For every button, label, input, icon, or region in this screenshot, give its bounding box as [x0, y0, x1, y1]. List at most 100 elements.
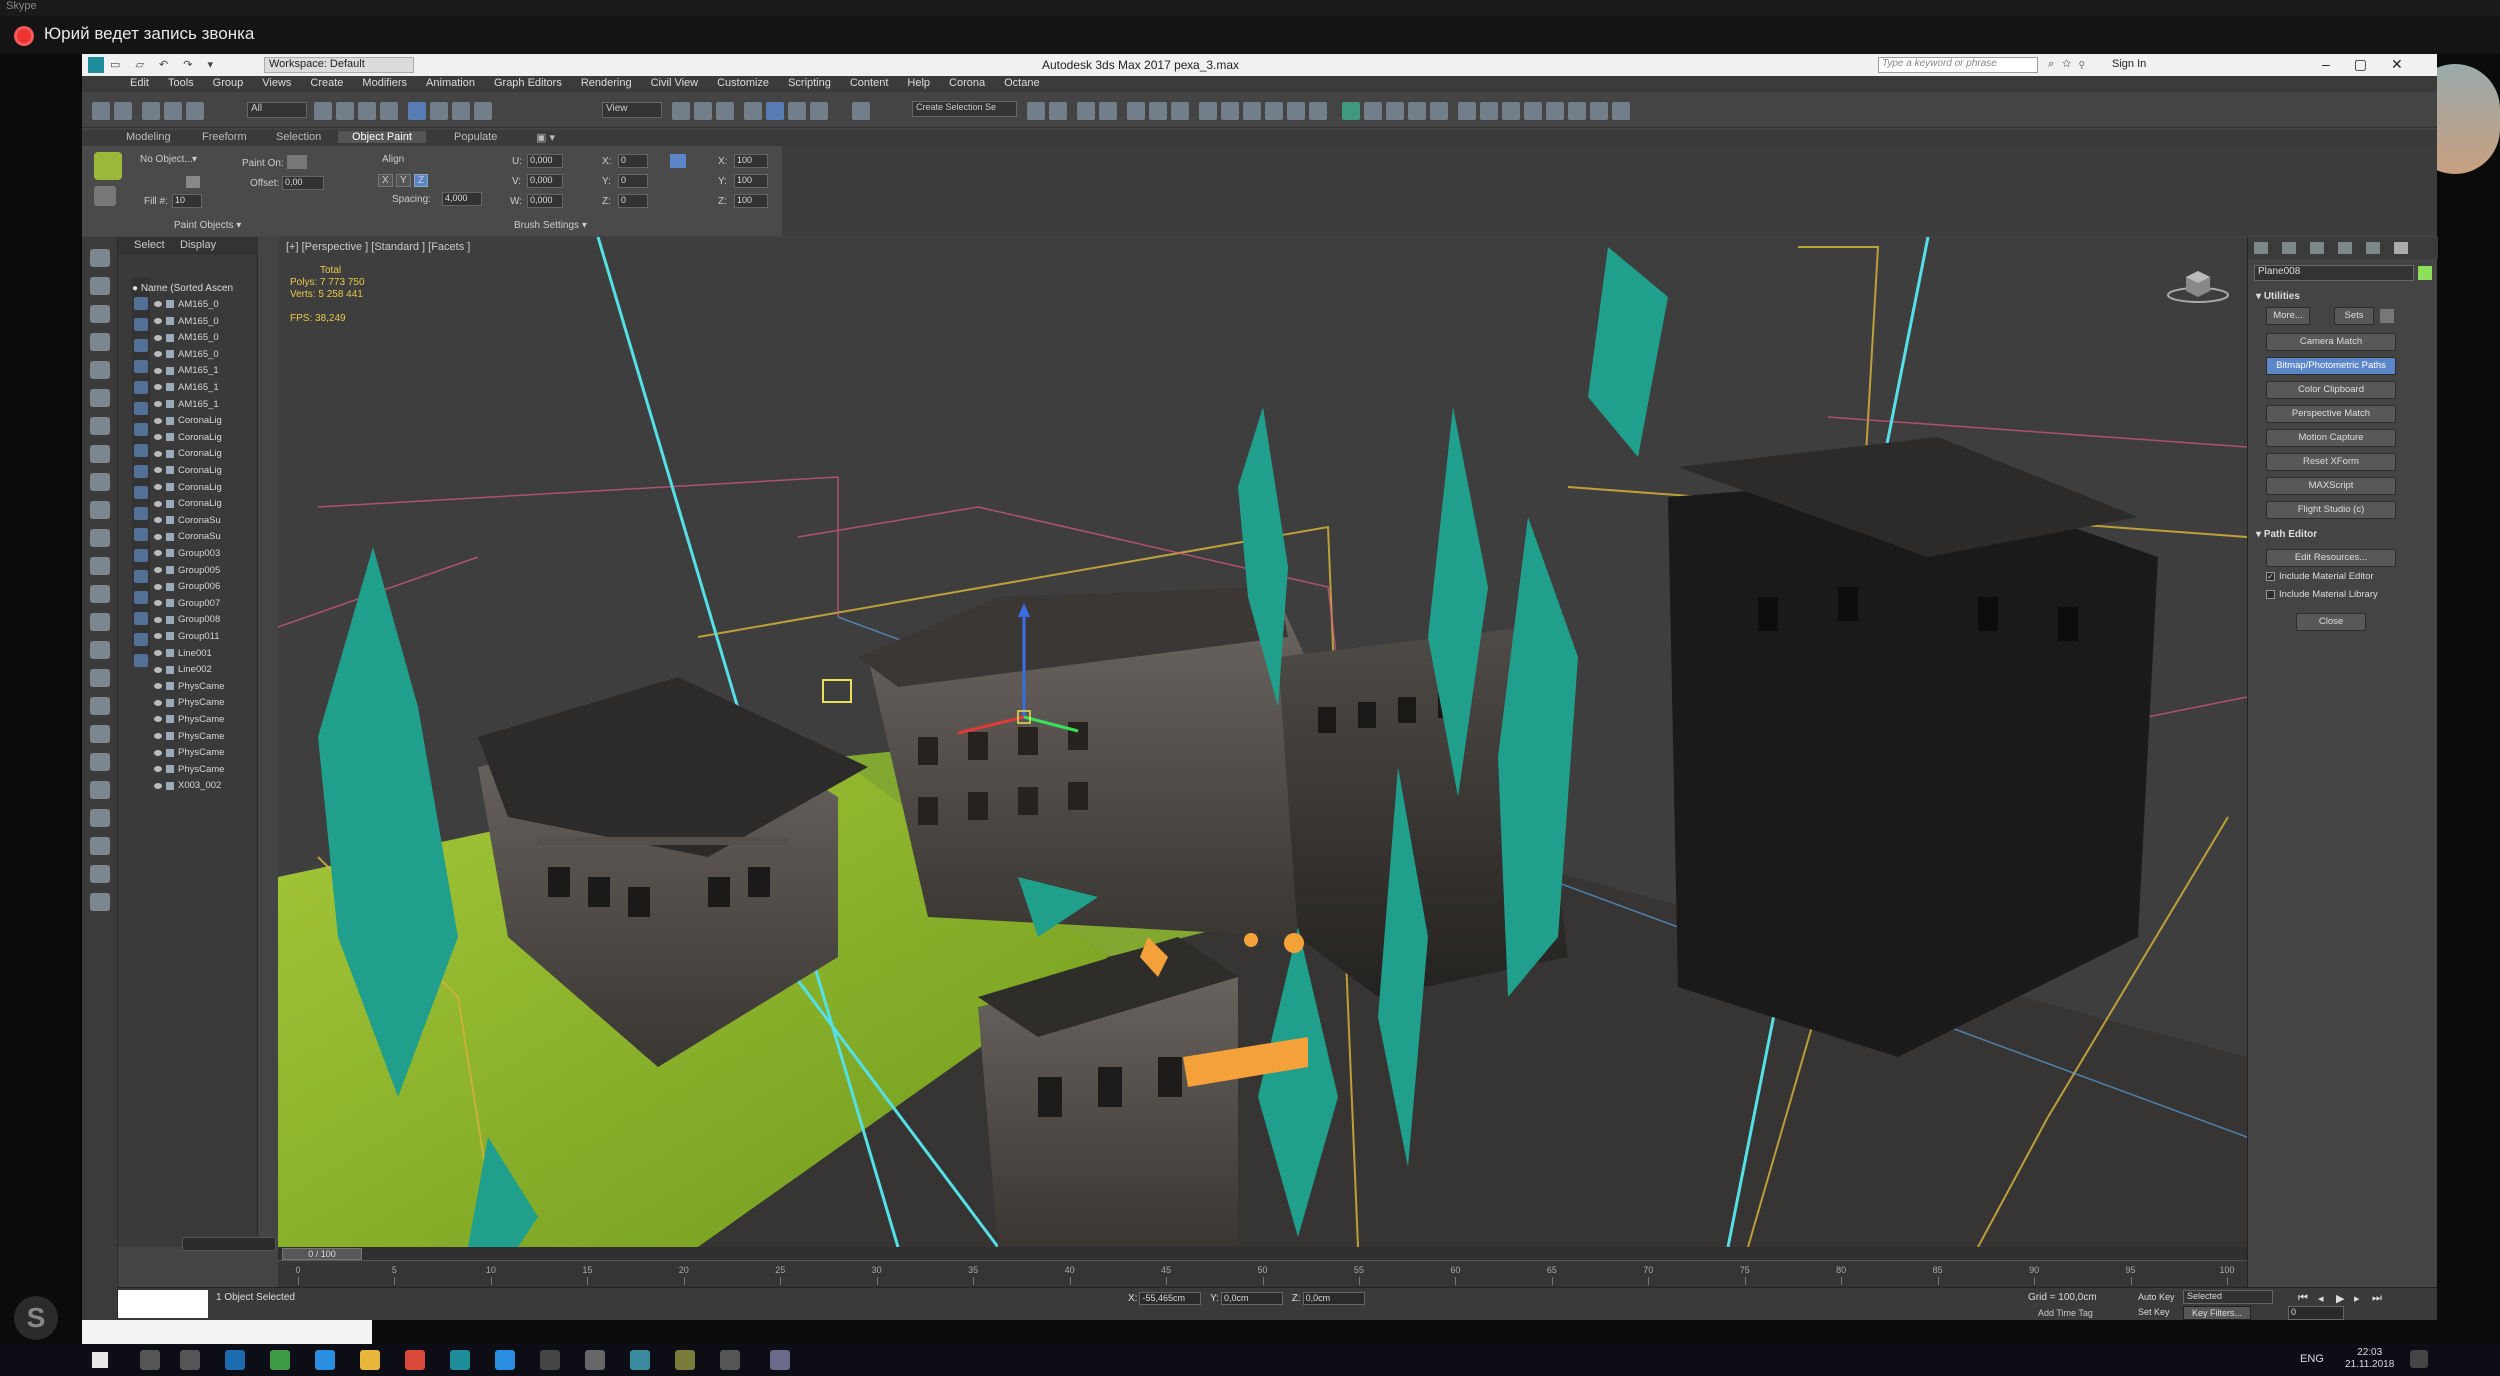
scene-object-row[interactable]: Group011 — [154, 631, 220, 648]
rendered-frame-window-icon[interactable] — [1243, 102, 1261, 120]
paint-brush-icon[interactable] — [94, 152, 122, 180]
key-selection-dropdown[interactable]: Selected — [2183, 1290, 2273, 1304]
viewport-label[interactable]: [+] [Perspective ] [Standard ] [Facets ] — [286, 241, 470, 253]
octane-material-icon[interactable] — [1546, 102, 1564, 120]
menu-item-content[interactable]: Content — [850, 77, 889, 89]
octane-proxy-icon[interactable] — [1568, 102, 1586, 120]
coord-x-field[interactable]: -55,465cm — [1139, 1292, 1202, 1305]
workspace-dropdown[interactable]: Workspace: Default — [264, 57, 414, 73]
path-editor-rollout-title[interactable]: ▾ Path Editor — [2256, 529, 2317, 540]
scene-object-row[interactable]: Line002 — [154, 664, 212, 681]
select-manipulate-icon[interactable] — [694, 102, 712, 120]
scale-mode-icon[interactable] — [670, 154, 686, 168]
app-icon-2[interactable] — [630, 1350, 650, 1370]
file-explorer-icon[interactable] — [360, 1350, 380, 1370]
chrome-icon[interactable] — [405, 1350, 425, 1370]
window-controls[interactable]: –▢✕ — [2322, 56, 2427, 73]
scene-object-row[interactable]: PhysCame — [154, 681, 224, 698]
align-z-toggle[interactable]: Z — [414, 174, 429, 187]
scene-object-row[interactable]: CoronaLig — [154, 448, 222, 465]
explorer-filter-icon[interactable] — [134, 297, 148, 310]
scene-object-row[interactable]: PhysCame — [154, 714, 224, 731]
tab-freeform[interactable]: Freeform — [188, 131, 261, 143]
angle-snap-icon[interactable] — [766, 102, 784, 120]
scene-object-row[interactable]: AM165_1 — [154, 382, 219, 399]
edit-resources-button[interactable]: Edit Resources... — [2266, 549, 2396, 567]
scene-object-row[interactable]: CoronaLig — [154, 415, 222, 432]
visibility-eye-icon[interactable] — [154, 550, 162, 557]
sign-in-link[interactable]: Sign In — [2112, 58, 2146, 70]
include-material-library-checkbox[interactable]: Include Material Library — [2266, 589, 2378, 600]
search-input[interactable]: Type a keyword or phrase — [1878, 57, 2038, 73]
octane-info-icon[interactable] — [1612, 102, 1630, 120]
explorer-filter-icon[interactable] — [134, 612, 148, 625]
name-column-header[interactable]: ● Name (Sorted Ascen — [132, 283, 233, 294]
visibility-eye-icon[interactable] — [154, 782, 162, 789]
visibility-eye-icon[interactable] — [154, 633, 162, 640]
visibility-eye-icon[interactable] — [154, 583, 162, 590]
menu-item-civil-view[interactable]: Civil View — [651, 77, 698, 89]
menu-item-graph-editors[interactable]: Graph Editors — [494, 77, 562, 89]
visibility-eye-icon[interactable] — [154, 699, 162, 706]
menu-item-corona[interactable]: Corona — [949, 77, 985, 89]
scene-object-row[interactable]: Group003 — [154, 548, 220, 565]
menu-item-create[interactable]: Create — [310, 77, 343, 89]
scene-object-row[interactable]: CoronaLig — [154, 465, 222, 482]
redo-icon[interactable] — [114, 102, 132, 120]
scene-object-row[interactable]: CoronaSu — [154, 515, 221, 532]
scene-object-row[interactable]: X003_002 — [154, 780, 221, 797]
paint-objects-group-label[interactable]: Paint Objects ▾ — [174, 220, 241, 231]
scene-object-row[interactable]: PhysCame — [154, 731, 224, 748]
coord-y-field[interactable]: 0,0cm — [1220, 1292, 1283, 1305]
scene-object-row[interactable]: PhysCame — [154, 697, 224, 714]
layout-tool-icon[interactable] — [90, 837, 110, 855]
rotate-icon[interactable] — [430, 102, 448, 120]
layout-tool-icon[interactable] — [90, 557, 110, 575]
scene-object-row[interactable]: CoronaSu — [154, 531, 221, 548]
fill-count-input[interactable]: 10 — [172, 194, 202, 208]
render-in-cloud-icon[interactable] — [1309, 102, 1327, 120]
corona-light-icon[interactable] — [1364, 102, 1382, 120]
layout-tool-icon[interactable] — [90, 865, 110, 883]
visibility-eye-icon[interactable] — [154, 716, 162, 723]
mirror-icon[interactable] — [1027, 102, 1045, 120]
menu-item-group[interactable]: Group — [213, 77, 244, 89]
visibility-eye-icon[interactable] — [154, 567, 162, 574]
visibility-eye-icon[interactable] — [154, 766, 162, 773]
layout-tool-icon[interactable] — [90, 725, 110, 743]
fill-icon[interactable] — [94, 186, 116, 206]
key-filters-button[interactable]: Key Filters... — [2183, 1306, 2251, 1320]
layout-tool-icon[interactable] — [90, 445, 110, 463]
modify-tab-icon[interactable] — [2282, 242, 2296, 254]
move-icon[interactable] — [408, 102, 426, 120]
bind-space-warp-icon[interactable] — [186, 102, 204, 120]
explorer-filter-icon[interactable] — [134, 381, 148, 394]
menu-item-help[interactable]: Help — [907, 77, 930, 89]
scale-x-input[interactable]: 100 — [734, 154, 768, 168]
set-key-button[interactable]: Set Key — [2138, 1307, 2170, 1317]
scene-object-row[interactable]: Group006 — [154, 581, 220, 598]
visibility-eye-icon[interactable] — [154, 318, 162, 325]
create-tab-icon[interactable] — [2254, 242, 2268, 254]
clock[interactable]: 22:03 21.11.2018 — [2345, 1347, 2394, 1371]
scene-object-row[interactable]: AM165_0 — [154, 316, 219, 333]
octane-camera-icon[interactable] — [1502, 102, 1520, 120]
windows-start-icon[interactable] — [92, 1352, 108, 1368]
octane-render-icon[interactable] — [1458, 102, 1476, 120]
menu-item-animation[interactable]: Animation — [426, 77, 475, 89]
active-app-icon[interactable] — [770, 1350, 790, 1370]
scale-y-input[interactable]: 100 — [734, 174, 768, 188]
layout-tool-icon[interactable] — [90, 585, 110, 603]
utility-button-maxscript[interactable]: MAXScript — [2266, 477, 2396, 495]
render-iterative-icon[interactable] — [1287, 102, 1305, 120]
scene-object-row[interactable]: AM165_1 — [154, 399, 219, 416]
utility-button-reset-xform[interactable]: Reset XForm — [2266, 453, 2396, 471]
scene-object-row[interactable]: Group008 — [154, 614, 220, 631]
mail-icon[interactable] — [540, 1350, 560, 1370]
explorer-filter-icon[interactable] — [134, 591, 148, 604]
quick-access-icons[interactable]: ▭ ▱ ↶ ↷ ▾ — [110, 58, 219, 71]
explorer-filter-icon[interactable] — [134, 402, 148, 415]
add-time-tag[interactable]: Add Time Tag — [2038, 1308, 2093, 1318]
visibility-eye-icon[interactable] — [154, 301, 162, 308]
explorer-filter-icon[interactable] — [134, 507, 148, 520]
